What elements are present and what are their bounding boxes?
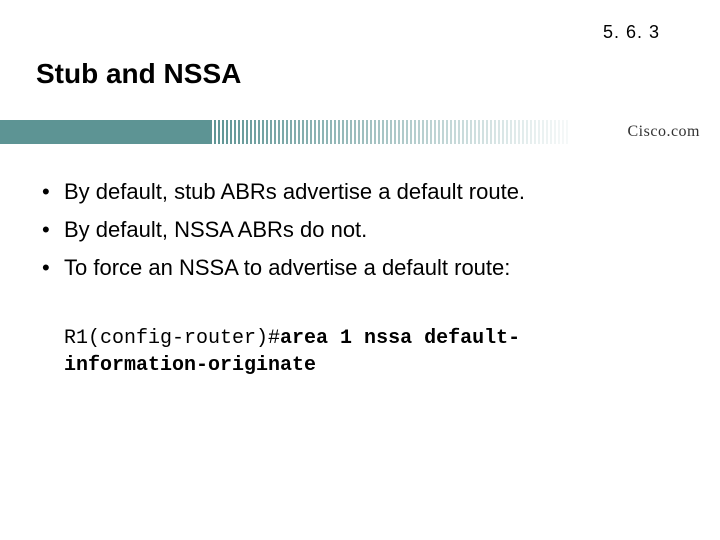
page-title: Stub and NSSA: [36, 58, 241, 90]
page-number: 5. 6. 3: [603, 22, 660, 43]
bullet-list: By default, stub ABRs advertise a defaul…: [40, 175, 680, 289]
divider-solid: [0, 120, 210, 144]
code-prompt: R1(config-router)#: [64, 327, 280, 350]
divider-stripes: [210, 120, 570, 144]
divider-bar: Cisco.com: [0, 120, 720, 144]
list-item: By default, stub ABRs advertise a defaul…: [40, 175, 680, 209]
list-item: To force an NSSA to advertise a default …: [40, 251, 680, 285]
code-block: R1(config-router)#area 1 nssa default-in…: [64, 325, 660, 379]
slide: 5. 6. 3 Stub and NSSA Cisco.com By defau…: [0, 0, 720, 540]
brand-label: Cisco.com: [628, 120, 701, 144]
list-item: By default, NSSA ABRs do not.: [40, 213, 680, 247]
